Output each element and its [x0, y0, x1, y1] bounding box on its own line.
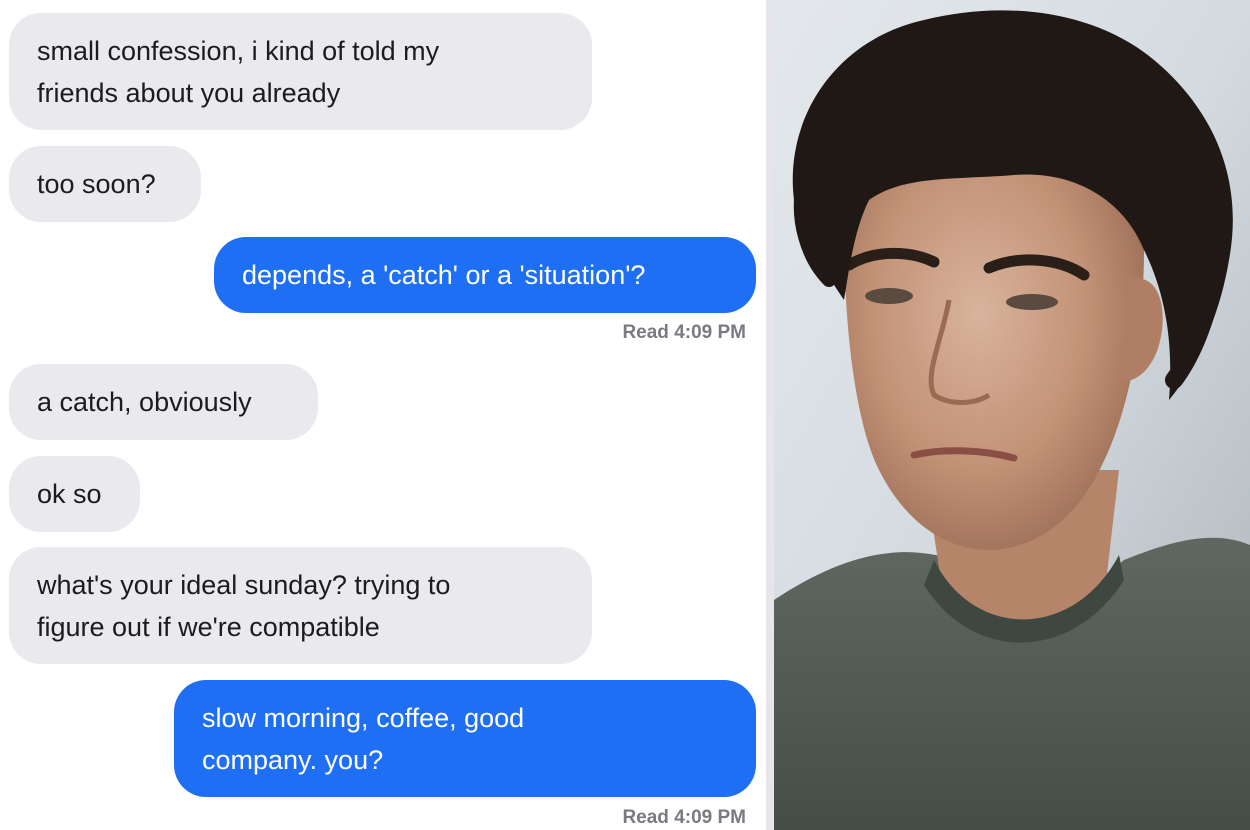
chat-thread: small confession, i kind of told my frie… [0, 0, 766, 830]
meme-composite: small confession, i kind of told my frie… [0, 0, 1250, 830]
message-line: company. you? [202, 745, 384, 775]
incoming-message-bubble: small confession, i kind of told my frie… [9, 13, 592, 130]
message-line: a catch, obviously [37, 387, 252, 417]
outgoing-message-bubble: depends, a 'catch' or a 'situation'? [214, 237, 756, 313]
message-line: what's your ideal sunday? trying to [37, 570, 451, 600]
photo-panel [774, 0, 1250, 830]
message-line: slow morning, coffee, good [202, 703, 525, 733]
message-line: ok so [37, 479, 102, 509]
left-eye-shape [865, 288, 913, 304]
read-receipt: Read 4:09 PM [622, 807, 746, 828]
outgoing-message-bubble: slow morning, coffee, good company. you? [174, 680, 756, 797]
incoming-message-bubble: too soon? [9, 146, 201, 222]
right-eye-shape [1006, 294, 1058, 310]
incoming-message-bubble: a catch, obviously [9, 364, 318, 440]
message-line: friends about you already [37, 78, 341, 108]
read-receipt: Read 4:09 PM [622, 322, 746, 343]
message-line: too soon? [37, 169, 156, 199]
message-line: depends, a 'catch' or a 'situation'? [242, 260, 646, 290]
portrait-illustration [774, 0, 1250, 830]
incoming-message-bubble: ok so [9, 456, 140, 532]
panel-divider [766, 0, 774, 830]
message-line: small confession, i kind of told my [37, 36, 440, 66]
message-line: figure out if we're compatible [37, 612, 380, 642]
incoming-message-bubble: what's your ideal sunday? trying to figu… [9, 547, 592, 664]
